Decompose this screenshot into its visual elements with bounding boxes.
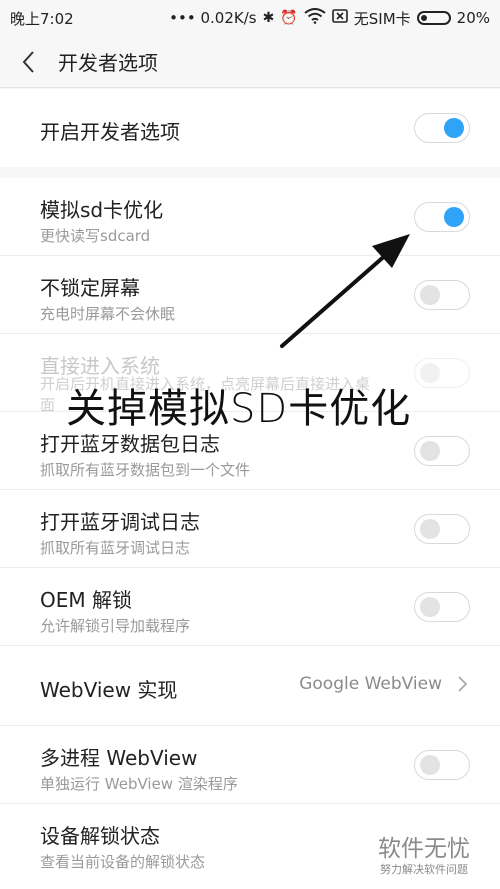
toggle-knob xyxy=(420,285,440,305)
setting-row-webview-implementation[interactable]: WebView 实现 Google WebView xyxy=(0,646,500,726)
sim-status: 无SIM卡 xyxy=(353,9,411,28)
toggle-knob xyxy=(444,118,464,138)
status-time: 晚上7:02 xyxy=(10,9,74,28)
setting-label: 模拟sd卡优化 xyxy=(40,198,164,222)
setting-label: 多进程 WebView xyxy=(40,746,198,770)
network-speed: ••• 0.02K/s xyxy=(169,9,257,27)
setting-description: 抓取所有蓝牙调试日志 xyxy=(40,539,191,557)
setting-description: 更快读写sdcard xyxy=(40,227,151,245)
watermark-logo: 软件无忧 xyxy=(378,836,470,862)
setting-row-bt-debug-log[interactable]: 打开蓝牙调试日志 抓取所有蓝牙调试日志 xyxy=(0,490,500,568)
bt-debug-log-toggle[interactable] xyxy=(414,514,470,544)
sd-optimization-toggle[interactable] xyxy=(414,202,470,232)
setting-row-stay-awake[interactable]: 不锁定屏幕 充电时屏幕不会休眠 xyxy=(0,256,500,334)
setting-label: 打开蓝牙调试日志 xyxy=(40,510,200,534)
setting-label: WebView 实现 xyxy=(40,678,178,702)
setting-description: 充电时屏幕不会休眠 xyxy=(40,305,176,323)
no-sim-icon xyxy=(331,9,348,27)
annotation-text: 关掉模拟SD卡优化 xyxy=(66,386,412,432)
setting-row-multiprocess-webview[interactable]: 多进程 WebView 单独运行 WebView 渲染程序 xyxy=(0,726,500,804)
battery-level: 20% xyxy=(456,9,490,27)
setting-row-oem-unlock[interactable]: OEM 解锁 允许解锁引导加载程序 xyxy=(0,568,500,646)
setting-label: OEM 解锁 xyxy=(40,588,132,612)
page-title: 开发者选项 xyxy=(58,51,158,75)
oem-unlock-toggle[interactable] xyxy=(414,592,470,622)
master-switch-card: 开启开发者选项 xyxy=(0,89,500,167)
setting-row-sd-optimization[interactable]: 模拟sd卡优化 更快读写sdcard xyxy=(0,178,500,256)
developer-options-label: 开启开发者选项 xyxy=(40,120,180,144)
direct-boot-toggle xyxy=(414,358,470,388)
developer-options-toggle[interactable] xyxy=(414,113,470,143)
developer-options-switch-row[interactable]: 开启开发者选项 xyxy=(0,89,500,167)
setting-description: 单独运行 WebView 渲染程序 xyxy=(40,775,238,793)
status-bar: 晚上7:02 ••• 0.02K/s ✱ ⏰ 无SIM卡 20% xyxy=(0,0,500,36)
stay-awake-toggle[interactable] xyxy=(414,280,470,310)
status-icons: ••• 0.02K/s ✱ ⏰ 无SIM卡 20% xyxy=(169,8,490,29)
battery-icon xyxy=(416,11,451,25)
setting-label: 设备解锁状态 xyxy=(40,824,160,848)
setting-description: 查看当前设备的解锁状态 xyxy=(40,853,206,871)
title-bar: 开发者选项 xyxy=(0,36,500,88)
toggle-knob xyxy=(420,755,440,775)
setting-description: 抓取所有蓝牙数据包到一个文件 xyxy=(40,461,251,479)
chevron-left-icon xyxy=(22,50,34,73)
setting-label: 不锁定屏幕 xyxy=(40,276,140,300)
bluetooth-icon: ✱ xyxy=(262,10,275,26)
setting-description: 允许解锁引导加载程序 xyxy=(40,617,191,635)
chevron-right-icon xyxy=(458,676,468,692)
wifi-icon xyxy=(304,8,326,28)
settings-list: 模拟sd卡优化 更快读写sdcard 不锁定屏幕 充电时屏幕不会休眠 直接进入系… xyxy=(0,178,500,889)
setting-value: Google WebView xyxy=(299,674,442,694)
multiprocess-webview-toggle[interactable] xyxy=(414,750,470,780)
toggle-knob xyxy=(420,441,440,461)
bt-snoop-log-toggle[interactable] xyxy=(414,436,470,466)
toggle-knob xyxy=(420,519,440,539)
alarm-icon: ⏰ xyxy=(280,10,298,26)
back-button[interactable] xyxy=(0,36,58,88)
toggle-knob xyxy=(444,207,464,227)
toggle-knob xyxy=(420,597,440,617)
watermark-tagline: 努力解决软件问题 xyxy=(380,863,468,876)
toggle-knob xyxy=(420,363,440,383)
